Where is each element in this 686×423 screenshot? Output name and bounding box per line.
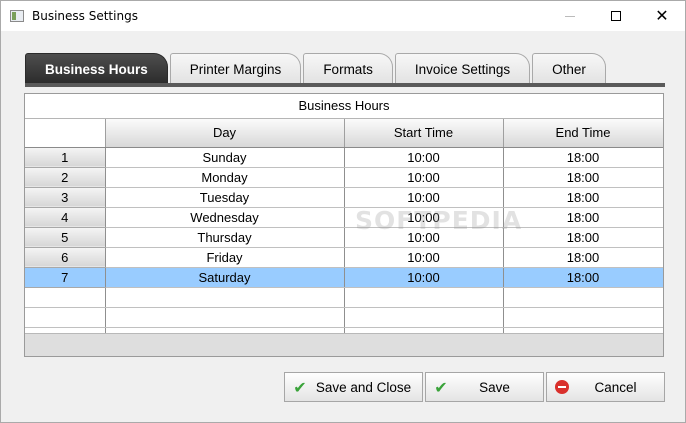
end-time-cell[interactable]: 18:00 [503, 267, 663, 288]
title-bar[interactable]: Business Settings ✕ [1, 1, 685, 31]
maximize-icon [611, 11, 621, 21]
minimize-button[interactable] [547, 1, 593, 31]
close-icon: ✕ [655, 6, 669, 25]
start-time-cell[interactable]: 10:00 [344, 147, 504, 168]
end-time-cell[interactable]: 18:00 [503, 207, 663, 228]
tab-bar-divider [25, 83, 665, 87]
cancel-icon [553, 378, 571, 396]
day-cell[interactable]: Sunday [105, 147, 345, 168]
empty-cell [105, 287, 345, 308]
table-row[interactable]: 3 Tuesday 10:00 18:00 [25, 187, 663, 208]
empty-row [25, 307, 663, 328]
table-row[interactable]: 4 Wednesday 10:00 18:00 [25, 207, 663, 228]
save-label: Save [479, 379, 510, 395]
table-row[interactable]: 1 Sunday 10:00 18:00 [25, 147, 663, 168]
start-time-cell[interactable]: 10:00 [344, 187, 504, 208]
grid-footer [25, 333, 663, 356]
start-time-cell[interactable]: 10:00 [344, 167, 504, 188]
day-cell[interactable]: Wednesday [105, 207, 345, 228]
app-icon [10, 10, 24, 22]
empty-cell [344, 307, 504, 328]
corner-cell [25, 119, 106, 148]
column-header-day[interactable]: Day [105, 119, 345, 148]
empty-cell [25, 307, 106, 328]
row-number-cell[interactable]: 6 [25, 247, 106, 268]
save-button[interactable]: ✔ Save [425, 372, 544, 402]
business-hours-grid: Business Hours Day Start Time End Time 1… [24, 93, 664, 357]
row-number-cell[interactable]: 1 [25, 147, 106, 168]
table-row[interactable]: 2 Monday 10:00 18:00 [25, 167, 663, 188]
save-and-close-label: Save and Close [315, 379, 412, 395]
empty-cell [105, 307, 345, 328]
end-time-cell[interactable]: 18:00 [503, 227, 663, 248]
end-time-cell[interactable]: 18:00 [503, 247, 663, 268]
tab-other[interactable]: Other [532, 53, 606, 84]
empty-row [25, 287, 663, 308]
window-title: Business Settings [32, 9, 138, 23]
row-number-cell[interactable]: 3 [25, 187, 106, 208]
check-icon: ✔ [293, 377, 307, 397]
start-time-cell[interactable]: 10:00 [344, 247, 504, 268]
end-time-cell[interactable]: 18:00 [503, 187, 663, 208]
table-row[interactable]: 6 Friday 10:00 18:00 [25, 247, 663, 268]
watermark-text: SOFTPEDIA [355, 206, 523, 235]
table-row[interactable]: 5 Thursday 10:00 18:00 [25, 227, 663, 248]
day-cell[interactable]: Saturday [105, 267, 345, 288]
business-settings-window: Business Settings ✕ Business Hours Print… [0, 0, 686, 423]
row-number-cell[interactable]: 7 [25, 267, 106, 288]
check-icon: ✔ [434, 377, 448, 397]
empty-cell [503, 287, 663, 308]
day-cell[interactable]: Thursday [105, 227, 345, 248]
start-time-cell[interactable]: 10:00 [344, 267, 504, 288]
settings-tabs: Business Hours Printer Margins Formats I… [25, 53, 608, 84]
tab-business-hours[interactable]: Business Hours [25, 53, 168, 84]
empty-cell [503, 307, 663, 328]
end-time-cell[interactable]: 18:00 [503, 167, 663, 188]
table-row[interactable]: 7 Saturday 10:00 18:00 [25, 267, 663, 288]
close-button[interactable]: ✕ [639, 1, 685, 31]
tab-printer-margins[interactable]: Printer Margins [169, 53, 302, 84]
day-cell[interactable]: Tuesday [105, 187, 345, 208]
tab-invoice-settings[interactable]: Invoice Settings [394, 53, 531, 84]
cancel-label: Cancel [594, 379, 637, 395]
day-cell[interactable]: Monday [105, 167, 345, 188]
row-number-cell[interactable]: 4 [25, 207, 106, 228]
save-and-close-button[interactable]: ✔ Save and Close [284, 372, 423, 402]
maximize-button[interactable] [593, 1, 639, 31]
cancel-button[interactable]: Cancel [546, 372, 665, 402]
column-header-end-time[interactable]: End Time [503, 119, 663, 148]
grid-caption: Business Hours [25, 94, 663, 119]
column-header-start-time[interactable]: Start Time [344, 119, 504, 148]
header-row: Day Start Time End Time [25, 119, 663, 148]
row-number-cell[interactable]: 2 [25, 167, 106, 188]
row-number-cell[interactable]: 5 [25, 227, 106, 248]
day-cell[interactable]: Friday [105, 247, 345, 268]
hours-table: Day Start Time End Time 1 Sunday 10:00 18:0… [25, 119, 663, 348]
minimize-icon [565, 15, 575, 17]
end-time-cell[interactable]: 18:00 [503, 147, 663, 168]
tab-formats[interactable]: Formats [303, 53, 393, 84]
empty-cell [25, 287, 106, 308]
empty-cell [344, 287, 504, 308]
